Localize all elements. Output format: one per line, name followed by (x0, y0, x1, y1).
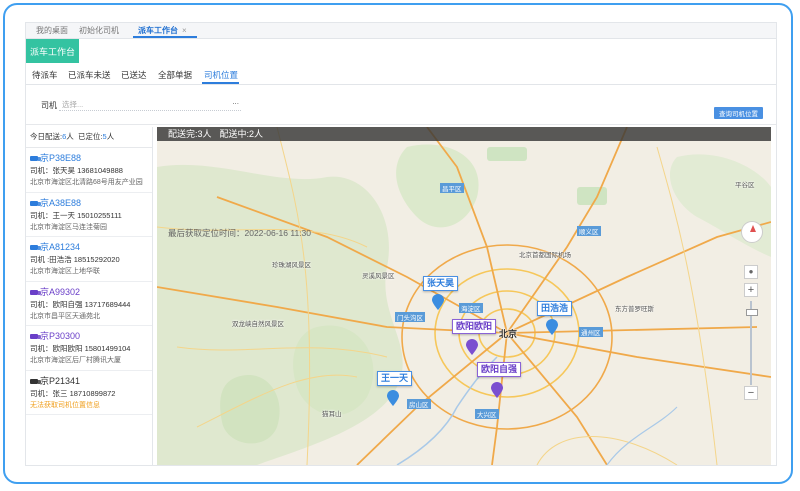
today-delivery-label: 今日配送: (30, 132, 63, 141)
driver-select[interactable]: 选择... ... (59, 97, 241, 111)
driver-address-warning: 无法获取司机位置信息 (30, 401, 100, 409)
plate-number: 京P21341 (40, 375, 81, 386)
driver-select-placeholder: 选择... (62, 100, 84, 109)
active-subtab-indicator (202, 82, 239, 84)
plate-number: 京P30300 (40, 331, 81, 341)
map-label: 昌平区 (440, 183, 464, 193)
zoom-out-button[interactable]: − (744, 386, 758, 400)
map-label: 平谷区 (735, 182, 755, 189)
tab-dispatch-workbench-label: 派车工作台 (138, 26, 178, 35)
driver-address: 北京市海淀区上地华联 (30, 268, 100, 275)
driver-info: 司机：王一天 15010255111 (30, 210, 122, 220)
today-delivery-unit: 人 (66, 132, 74, 141)
marker-label-zhangtianhao[interactable]: 张天昊 (423, 276, 459, 291)
subtab-pending[interactable]: 待派车 (32, 69, 58, 81)
map-label: 海淀区 (459, 303, 483, 313)
truck-icon (30, 156, 41, 161)
active-tab-indicator (133, 36, 197, 38)
truck-icon (30, 200, 41, 206)
driver-info: 司机：张天昊 13681049888 (30, 166, 123, 175)
driver-info: 司机：张三 18710899872 (30, 388, 116, 398)
map-label: 双龙峡自然风景区 (232, 321, 284, 328)
subtab-dispatched[interactable]: 已派车未送 (68, 69, 111, 81)
locate-icon[interactable]: ● (744, 265, 758, 279)
driver-filter-label: 司机 (41, 101, 57, 110)
divider (26, 124, 776, 125)
driver-address: 北京市昌平区天通苑北 (30, 312, 100, 320)
tab-dispatch-workbench[interactable]: 派车工作台 × (138, 25, 187, 36)
map-label: 顺义区 (577, 226, 601, 236)
map-base-layer (157, 127, 771, 465)
zoom-slider-handle[interactable] (746, 309, 758, 316)
marker-label-ouyangziqiang[interactable]: 欧阳自强 (477, 362, 522, 377)
map-label: 灵溪风景区 (362, 273, 395, 280)
driver-list-item[interactable]: 京A38E88 司机：王一天 15010255111 北京市海淀区马连洼菊园 (26, 193, 152, 237)
driver-address: 北京市海淀区北清路68号用友产业园 (30, 179, 143, 186)
delivery-status-bar: 配送完:3人 配送中:2人 (157, 127, 771, 141)
map-pin-icon[interactable] (491, 382, 503, 398)
map-label: 北京首都国际机场 (519, 252, 571, 259)
driver-address: 北京市海淀区后厂村腾讯大厦 (30, 357, 121, 364)
driver-list-item[interactable]: 京P21341 司机：张三 18710899872 无法获取司机位置信息 (26, 371, 152, 415)
workbench-button[interactable]: 派车工作台 (26, 39, 79, 63)
map-label: 猫耳山 (322, 411, 342, 418)
truck-icon (30, 289, 41, 295)
tab-init-driver[interactable]: 初始化司机 (79, 25, 119, 36)
driver-list-item[interactable]: 京A99302 司机：欧阳自强 13717689444 北京市昌平区天通苑北 (26, 282, 152, 326)
map-label: 北京 (499, 329, 518, 339)
located-label: 已定位: (77, 132, 103, 141)
map-label: 东方普罗旺斯 (615, 306, 654, 313)
marker-label-wangyitian[interactable]: 王一天 (377, 371, 413, 386)
plate-number: 京P38E88 (40, 153, 82, 163)
map-view[interactable]: 配送完:3人 配送中:2人 最后获取定位时间：2022-06-16 11:30 北… (157, 127, 771, 465)
truck-icon (30, 245, 41, 250)
status-delivered: 配送完:3人 (168, 129, 212, 139)
compass-icon[interactable] (741, 221, 763, 243)
marker-label-tianhaohao[interactable]: 田浩浩 (537, 301, 573, 316)
driver-list-item[interactable]: 京A81234 司机 :田浩浩 18515292020 北京市海淀区上地华联 (26, 237, 152, 282)
truck-icon (30, 378, 41, 384)
zoom-in-button[interactable]: + (744, 283, 758, 297)
status-delivering: 配送中:2人 (219, 129, 264, 139)
query-driver-location-button[interactable]: 查询司机位置 (714, 107, 763, 119)
map-pin-icon[interactable] (546, 319, 558, 335)
driver-list-item[interactable]: 京P30300 司机：欧阳欧阳 15801499104 北京市海淀区后厂村腾讯大… (26, 326, 152, 371)
marker-label-ouyangouyang[interactable]: 欧阳欧阳 (452, 319, 497, 334)
last-location-time: 最后获取定位时间：2022-06-16 11:30 (168, 228, 311, 238)
subtab-delivered[interactable]: 已送达 (121, 69, 147, 81)
truck-icon (30, 334, 41, 339)
map-label: 门头沟区 (395, 312, 425, 322)
driver-info: 司机：欧阳自强 13717689444 (30, 299, 131, 309)
plate-number: 京A81234 (40, 242, 81, 252)
driver-address: 北京市海淀区马连洼菊园 (30, 223, 107, 231)
close-icon[interactable]: × (182, 26, 187, 35)
driver-list-panel: 今日配送:6人 已定位:5人 京P38E88 司机：张天昊 1368104988… (26, 127, 153, 465)
map-label: 大兴区 (475, 409, 499, 419)
subtab-driver-location[interactable]: 司机位置 (204, 69, 238, 81)
plate-number: 京A99302 (40, 286, 81, 297)
driver-info: 司机 :田浩浩 18515292020 (30, 255, 120, 264)
map-label: 房山区 (407, 399, 431, 409)
map-pin-icon[interactable] (432, 294, 444, 310)
located-unit: 人 (106, 132, 115, 141)
map-label: 通州区 (579, 327, 603, 337)
map-pin-icon[interactable] (387, 390, 399, 406)
driver-list-item[interactable]: 京P38E88 司机：张天昊 13681049888 北京市海淀区北清路68号用… (26, 148, 152, 193)
delivery-summary: 今日配送:6人 已定位:5人 (26, 127, 152, 148)
dispatch-app: 我的桌面 初始化司机 派车工作台 × 派车工作台 待派车 已派车未送 已送达 全部… (25, 22, 777, 466)
sub-tabs: 待派车 已派车未送 已送达 全部单据 司机位置 (26, 65, 776, 85)
more-icon[interactable]: ... (232, 97, 239, 106)
map-label: 珍珠湖风景区 (272, 262, 311, 269)
driver-info: 司机：欧阳欧阳 15801499104 (30, 344, 131, 353)
map-pin-icon[interactable] (466, 339, 478, 355)
zoom-control: ● + − (744, 265, 758, 400)
tab-my-desktop[interactable]: 我的桌面 (36, 25, 68, 36)
top-tabs: 我的桌面 初始化司机 派车工作台 × (26, 23, 776, 39)
plate-number: 京A38E88 (40, 197, 82, 208)
subtab-all-orders[interactable]: 全部单据 (158, 69, 192, 81)
